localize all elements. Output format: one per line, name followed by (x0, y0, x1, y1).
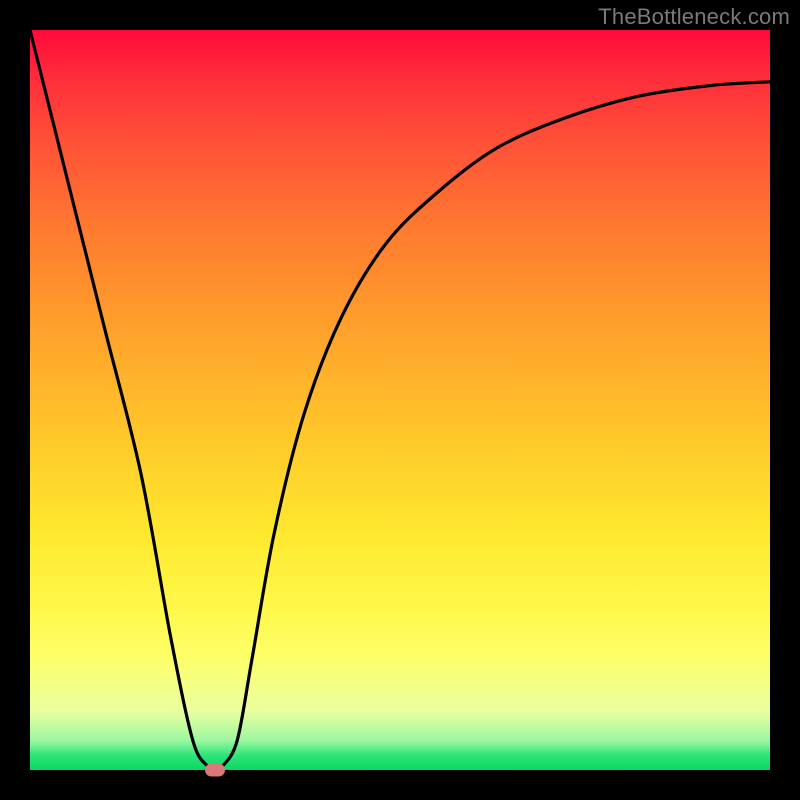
chart-frame: TheBottleneck.com (0, 0, 800, 800)
watermark-text: TheBottleneck.com (598, 4, 790, 30)
plot-area (30, 30, 770, 770)
minimum-marker (205, 764, 225, 777)
bottleneck-curve (30, 30, 770, 770)
curve-layer (30, 30, 770, 770)
